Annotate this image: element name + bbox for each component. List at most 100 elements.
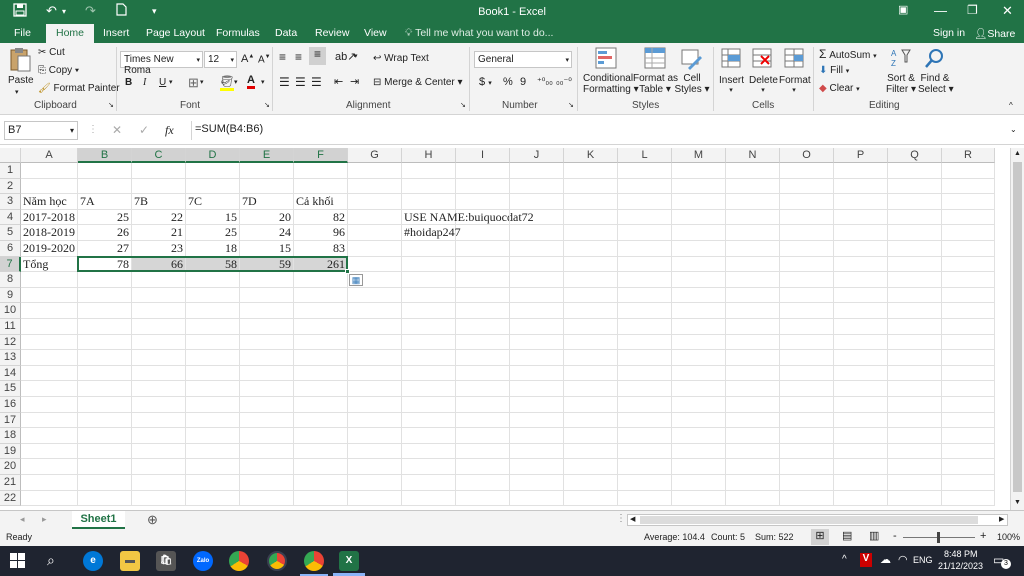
cell-d1[interactable] (186, 163, 240, 179)
cell-l18[interactable] (618, 428, 672, 444)
cell-r17[interactable] (942, 412, 995, 429)
row-header-21[interactable]: 21 (0, 475, 21, 491)
cell-j21[interactable] (510, 475, 564, 491)
cell-a11[interactable] (21, 319, 78, 335)
cell-i14[interactable] (456, 365, 510, 382)
alignment-launcher-icon[interactable]: ↘ (460, 101, 466, 109)
fill-color-dropdown-icon[interactable]: ▾ (234, 78, 238, 86)
cell-f19[interactable] (294, 443, 348, 460)
conditional-formatting-button[interactable]: Conditional Formatting ▾ (583, 73, 639, 95)
cell-styles-button[interactable]: Cell Styles ▾ (674, 73, 710, 95)
fill-color-icon[interactable]: 🪣︎ (220, 75, 234, 91)
tab-data[interactable]: Data (275, 27, 297, 39)
formula-input[interactable]: =SUM(B4:B6) (191, 121, 1019, 140)
cell-n11[interactable] (726, 319, 780, 335)
row-header-1[interactable]: 1 (0, 163, 21, 179)
cell-e6[interactable]: 15 (240, 241, 294, 257)
cell-o2[interactable] (780, 178, 834, 195)
cell-i21[interactable] (456, 475, 510, 491)
cell-p5[interactable] (834, 225, 888, 241)
cell-p16[interactable] (834, 397, 888, 413)
font-size-select[interactable]: 12 ▾ (204, 51, 237, 68)
page-break-view-icon[interactable]: ▥ (869, 529, 879, 542)
cell-f21[interactable] (294, 475, 348, 491)
cell-h4[interactable]: USE NAME:buiquocdat72 (402, 209, 534, 226)
cell-j12[interactable] (510, 334, 564, 351)
cell-a22[interactable] (21, 490, 78, 507)
autosum-button[interactable]: Σ AutoSum ▾ (819, 47, 877, 61)
cell-c14[interactable] (132, 365, 186, 382)
cell-p17[interactable] (834, 412, 888, 429)
cell-p8[interactable] (834, 272, 888, 288)
cell-c8[interactable] (132, 272, 186, 288)
cell-k9[interactable] (564, 287, 618, 304)
cell-r19[interactable] (942, 443, 995, 460)
show-hidden-icons[interactable]: ^ (842, 554, 847, 565)
cell-p12[interactable] (834, 334, 888, 351)
tab-view[interactable]: View (364, 27, 387, 39)
cell-c5[interactable]: 21 (132, 225, 186, 241)
cell-p18[interactable] (834, 428, 888, 444)
cell-a8[interactable] (21, 272, 78, 288)
row-header-8[interactable]: 8 (0, 272, 21, 288)
cell-o4[interactable] (780, 209, 834, 226)
cell-l8[interactable] (618, 272, 672, 288)
quick-analysis-icon[interactable]: ▦ (349, 274, 363, 287)
h-scroll-thumb[interactable] (640, 516, 978, 524)
cell-k4[interactable] (564, 209, 618, 226)
close-icon[interactable]: ✕ (1002, 3, 1013, 19)
cell-r9[interactable] (942, 287, 995, 304)
cell-i11[interactable] (456, 319, 510, 335)
onedrive-icon[interactable]: ☁︎ (880, 553, 891, 566)
cell-k6[interactable] (564, 241, 618, 257)
cell-k2[interactable] (564, 178, 618, 195)
column-header-e[interactable]: E (240, 148, 294, 163)
cell-k18[interactable] (564, 428, 618, 444)
cell-a7[interactable]: Tổng (21, 256, 78, 273)
fill-button[interactable]: ⬇︎ Fill ▾ (819, 65, 849, 76)
clipboard-launcher-icon[interactable]: ↘ (108, 101, 114, 109)
cell-q17[interactable] (888, 412, 942, 429)
cell-m12[interactable] (672, 334, 726, 351)
cell-e1[interactable] (240, 163, 294, 179)
cell-n12[interactable] (726, 334, 780, 351)
cell-i3[interactable] (456, 194, 510, 210)
cell-o20[interactable] (780, 459, 834, 475)
font-color-dropdown-icon[interactable]: ▾ (261, 78, 265, 86)
cell-l13[interactable] (618, 350, 672, 366)
align-center-icon[interactable]: ☰ (295, 75, 306, 89)
cell-o5[interactable] (780, 225, 834, 241)
cell-b1[interactable] (78, 163, 132, 179)
cell-q13[interactable] (888, 350, 942, 366)
cell-m18[interactable] (672, 428, 726, 444)
decrease-indent-icon[interactable]: ⇤ (334, 75, 343, 88)
tab-home[interactable]: Home (46, 24, 95, 43)
cell-r21[interactable] (942, 475, 995, 491)
vertical-scrollbar[interactable]: ▲ ▼ (1010, 148, 1024, 510)
cell-b9[interactable] (78, 287, 132, 304)
split-handle-icon[interactable]: ⋮ (616, 513, 626, 524)
tab-insert[interactable]: Insert (103, 27, 129, 39)
cell-b13[interactable] (78, 350, 132, 366)
cell-d10[interactable] (186, 303, 240, 319)
cell-m17[interactable] (672, 412, 726, 429)
cell-h6[interactable] (402, 241, 456, 257)
cell-m19[interactable] (672, 443, 726, 460)
cell-c21[interactable] (132, 475, 186, 491)
cell-e21[interactable] (240, 475, 294, 491)
font-launcher-icon[interactable]: ↘ (264, 101, 270, 109)
cell-j15[interactable] (510, 381, 564, 397)
cell-l3[interactable] (618, 194, 672, 210)
cell-q6[interactable] (888, 241, 942, 257)
cell-h8[interactable] (402, 272, 456, 288)
cell-r16[interactable] (942, 397, 995, 413)
cell-r14[interactable] (942, 365, 995, 382)
wifi-icon[interactable]: ◠ (898, 553, 908, 566)
cell-k5[interactable] (564, 225, 618, 241)
cell-q14[interactable] (888, 365, 942, 382)
cell-h7[interactable] (402, 256, 456, 273)
cell-l7[interactable] (618, 256, 672, 273)
cell-e14[interactable] (240, 365, 294, 382)
cell-r4[interactable] (942, 209, 995, 226)
cell-j20[interactable] (510, 459, 564, 475)
